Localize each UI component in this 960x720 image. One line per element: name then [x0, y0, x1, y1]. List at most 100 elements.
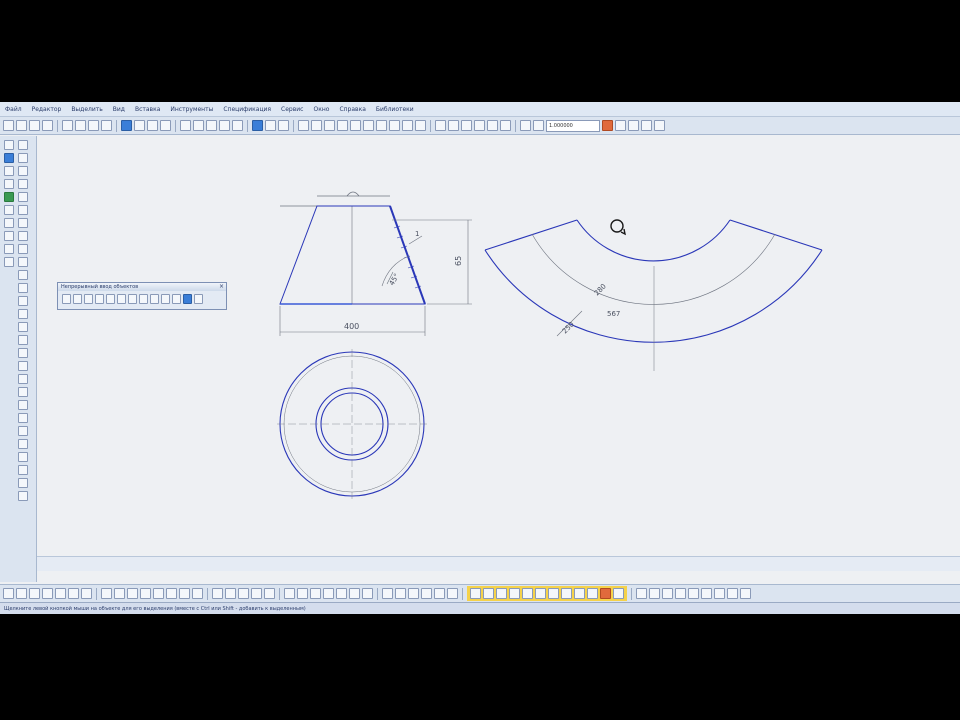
zoom-window-icon[interactable] [206, 120, 217, 131]
snap-middle-icon[interactable] [483, 588, 494, 599]
auxiliary-line-icon[interactable] [18, 361, 28, 371]
continuous-input-panel[interactable]: Непрерывный ввод объектов × [57, 282, 227, 310]
cut-tool-icon[interactable] [284, 588, 295, 599]
line-style-icon[interactable] [615, 120, 626, 131]
normal-snap-icon[interactable] [192, 588, 203, 599]
spline-tool-icon[interactable] [84, 294, 93, 304]
grid-settings-icon[interactable] [42, 588, 53, 599]
menu-window[interactable]: Окно [308, 106, 334, 113]
hatch-tool-icon[interactable] [18, 309, 28, 319]
menu-insert[interactable]: Вставка [130, 106, 165, 113]
section-icon[interactable] [415, 120, 426, 131]
view-manager-icon[interactable] [636, 588, 647, 599]
parametrization-icon[interactable] [4, 192, 14, 202]
ortho-icon[interactable] [448, 120, 459, 131]
point-on-curve-icon[interactable] [212, 588, 223, 599]
layer-select-icon[interactable] [16, 588, 27, 599]
variables-icon[interactable] [147, 120, 158, 131]
snap-touch-icon[interactable] [522, 588, 533, 599]
nurbs-icon[interactable] [18, 348, 28, 358]
cursor-icon[interactable] [500, 120, 511, 131]
snap-settings-icon[interactable] [613, 588, 624, 599]
coords-icon[interactable] [641, 120, 652, 131]
line-icon[interactable] [18, 153, 28, 163]
angle-icon[interactable] [654, 120, 665, 131]
zoom-out-icon[interactable] [193, 120, 204, 131]
leader-icon[interactable] [350, 120, 361, 131]
panel-title-bar[interactable]: Непрерывный ввод объектов × [58, 283, 226, 291]
align-icon[interactable] [323, 588, 334, 599]
rotate-icon[interactable] [252, 120, 263, 131]
cut-icon[interactable] [62, 120, 73, 131]
menu-specification[interactable]: Спецификация [218, 106, 276, 113]
rotate-tool-icon[interactable] [310, 588, 321, 599]
polygon-icon[interactable] [18, 244, 28, 254]
tangent-snap-icon[interactable] [179, 588, 190, 599]
contour-icon[interactable] [18, 283, 28, 293]
print-preview-icon[interactable] [701, 588, 712, 599]
tolerance-icon[interactable] [389, 120, 400, 131]
scale-icon[interactable] [18, 452, 28, 462]
grid-icon[interactable] [134, 120, 145, 131]
snap-normal-icon[interactable] [535, 588, 546, 599]
snap-angle-icon[interactable] [574, 588, 585, 599]
arrow-icon[interactable] [402, 120, 413, 131]
mirror-icon[interactable] [18, 439, 28, 449]
rotation-center-icon[interactable] [610, 219, 626, 236]
deform-icon[interactable] [18, 465, 28, 475]
paste-icon[interactable] [88, 120, 99, 131]
menu-help[interactable]: Справка [334, 106, 370, 113]
base-icon[interactable] [376, 120, 387, 131]
midpoint-icon[interactable] [127, 588, 138, 599]
library-window-icon[interactable] [688, 588, 699, 599]
explode-icon[interactable] [336, 588, 347, 599]
snap-icon[interactable] [435, 120, 446, 131]
library-icon[interactable] [160, 120, 171, 131]
quadrant-snap-icon[interactable] [153, 588, 164, 599]
fillet-icon[interactable] [18, 270, 28, 280]
ortho-mode-icon[interactable] [55, 588, 66, 599]
break-icon[interactable] [18, 400, 28, 410]
dimensions-icon[interactable] [4, 153, 14, 163]
chamfer-icon[interactable] [18, 257, 28, 267]
report-window-icon[interactable] [727, 588, 738, 599]
parametric-icon[interactable] [461, 120, 472, 131]
dim-arc-icon[interactable] [434, 588, 445, 599]
menu-service[interactable]: Сервис [276, 106, 308, 113]
snap-settings-icon[interactable] [29, 588, 40, 599]
collection-icon[interactable] [18, 374, 28, 384]
new-document-icon[interactable] [3, 120, 14, 131]
zoom-all-icon[interactable] [232, 120, 243, 131]
local-snap-icon[interactable] [264, 588, 275, 599]
circle-tool-icon[interactable] [95, 294, 104, 304]
roughness-icon[interactable] [363, 120, 374, 131]
normal-icon[interactable] [128, 294, 137, 304]
round-mode-icon[interactable] [68, 588, 79, 599]
nearest-point-icon[interactable] [101, 588, 112, 599]
equidistant-icon[interactable] [18, 296, 28, 306]
dimension-icon[interactable] [337, 120, 348, 131]
snap-point-icon[interactable] [587, 588, 598, 599]
layers-manager-icon[interactable] [649, 588, 660, 599]
angle-snap-icon[interactable] [166, 588, 177, 599]
view-icon[interactable] [520, 120, 531, 131]
extend-icon[interactable] [18, 426, 28, 436]
color-icon[interactable] [602, 120, 613, 131]
close-contour-icon[interactable] [161, 294, 170, 304]
constraints-icon[interactable] [474, 120, 485, 131]
new-input-icon[interactable] [172, 294, 181, 304]
move-icon[interactable] [18, 491, 28, 501]
snap-quadrant-icon[interactable] [561, 588, 572, 599]
zoom-in-icon[interactable] [180, 120, 191, 131]
stop-input-icon[interactable] [183, 294, 192, 304]
tangent-icon[interactable] [117, 294, 126, 304]
help-icon[interactable] [194, 294, 203, 304]
grid-snap-icon[interactable] [251, 588, 262, 599]
segment-icon[interactable] [62, 294, 71, 304]
copy-tool-icon[interactable] [18, 478, 28, 488]
menu-view[interactable]: Вид [108, 106, 130, 113]
drawing-svg[interactable]: 400 65 45° 1 280 567 250 [37, 136, 960, 556]
arc-icon[interactable] [18, 179, 28, 189]
dim-diameter-icon[interactable] [408, 588, 419, 599]
circle-icon[interactable] [18, 166, 28, 176]
